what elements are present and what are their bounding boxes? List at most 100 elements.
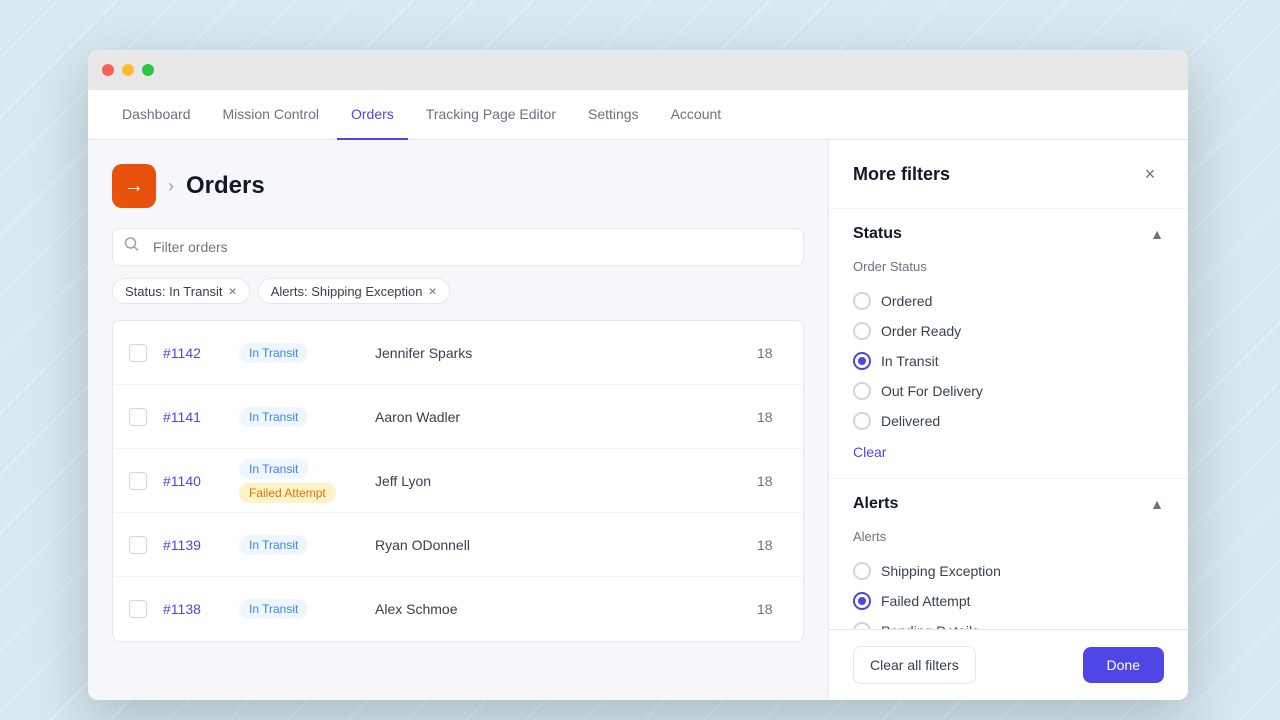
search-bar	[112, 228, 804, 266]
table-row: #1139 In Transit Ryan ODonnell 18	[113, 513, 803, 577]
alerts-sublabel: Alerts	[853, 529, 1164, 544]
filter-tag-alerts-close[interactable]: ×	[429, 283, 437, 299]
badges-col-1142: In Transit	[239, 343, 359, 363]
alerts-section-title: Alerts	[853, 495, 898, 513]
customer-1140: Jeff Lyon	[375, 473, 741, 489]
nav-item-orders[interactable]: Orders	[337, 90, 408, 140]
order-id-1139[interactable]: #1139	[163, 537, 223, 553]
radio-label-ordered: Ordered	[881, 293, 932, 309]
badges-col-1141: In Transit	[239, 407, 359, 427]
nav-item-tracking-page-editor[interactable]: Tracking Page Editor	[412, 90, 570, 140]
traffic-light-red[interactable]	[102, 64, 114, 76]
row-checkbox-1139[interactable]	[129, 536, 147, 554]
row-checkbox-1142[interactable]	[129, 344, 147, 362]
badges-col-1140: In Transit Failed Attempt	[239, 459, 359, 503]
radio-out-for-delivery[interactable]: Out For Delivery	[853, 376, 1164, 406]
badge-failed-1140: Failed Attempt	[239, 483, 336, 503]
status-section-title: Status	[853, 225, 902, 243]
status-clear-link[interactable]: Clear	[853, 444, 886, 460]
nav-item-dashboard[interactable]: Dashboard	[108, 90, 205, 140]
radio-ordered[interactable]: Ordered	[853, 286, 1164, 316]
panel-title: More filters	[853, 164, 950, 185]
orders-area: → › Orders Status: In Transit	[88, 140, 828, 700]
radio-circle-delivered	[853, 412, 871, 430]
radio-failed-attempt[interactable]: Failed Attempt	[853, 586, 1164, 616]
app-window: Dashboard Mission Control Orders Trackin…	[88, 50, 1188, 700]
status-section-header[interactable]: Status ▲	[829, 209, 1188, 259]
radio-label-delivered: Delivered	[881, 413, 940, 429]
panel-body: Status ▲ Order Status Ordered Order Read…	[829, 209, 1188, 629]
status-section-content: Order Status Ordered Order Ready In Tran…	[829, 259, 1188, 478]
badge-transit-1139: In Transit	[239, 535, 308, 555]
table-row: #1142 In Transit Jennifer Sparks 18	[113, 321, 803, 385]
status-section: Status ▲ Order Status Ordered Order Read…	[829, 209, 1188, 479]
app-icon: →	[112, 164, 156, 208]
customer-1142: Jennifer Sparks	[375, 345, 741, 361]
order-id-1138[interactable]: #1138	[163, 601, 223, 617]
radio-shipping-exception[interactable]: Shipping Exception	[853, 556, 1164, 586]
orders-table: #1142 In Transit Jennifer Sparks 18 #114…	[112, 320, 804, 642]
order-id-1140[interactable]: #1140	[163, 473, 223, 489]
order-num-1141: 18	[757, 409, 787, 425]
order-num-1142: 18	[757, 345, 787, 361]
table-row: #1138 In Transit Alex Schmoe 18	[113, 577, 803, 641]
row-checkbox-1140[interactable]	[129, 472, 147, 490]
filter-tag-alerts: Alerts: Shipping Exception ×	[258, 278, 450, 304]
badges-col-1139: In Transit	[239, 535, 359, 555]
order-num-1140: 18	[757, 473, 787, 489]
page-header: → › Orders	[112, 164, 804, 208]
radio-order-ready[interactable]: Order Ready	[853, 316, 1164, 346]
nav-bar: Dashboard Mission Control Orders Trackin…	[88, 90, 1188, 140]
alerts-section-content: Alerts Shipping Exception Failed Attempt…	[829, 529, 1188, 629]
radio-label-order-ready: Order Ready	[881, 323, 961, 339]
filter-tag-status: Status: In Transit ×	[112, 278, 250, 304]
customer-1139: Ryan ODonnell	[375, 537, 741, 553]
radio-circle-shipping-exception	[853, 562, 871, 580]
filter-tag-alerts-label: Alerts: Shipping Exception	[271, 284, 423, 299]
close-button[interactable]: ×	[1136, 160, 1164, 188]
badges-col-1138: In Transit	[239, 599, 359, 619]
order-id-1142[interactable]: #1142	[163, 345, 223, 361]
row-checkbox-1138[interactable]	[129, 600, 147, 618]
nav-item-mission-control[interactable]: Mission Control	[209, 90, 333, 140]
traffic-light-yellow[interactable]	[122, 64, 134, 76]
radio-circle-order-ready	[853, 322, 871, 340]
filter-tag-status-close[interactable]: ×	[229, 283, 237, 299]
order-num-1138: 18	[757, 601, 787, 617]
nav-item-settings[interactable]: Settings	[574, 90, 653, 140]
radio-circle-in-transit	[853, 352, 871, 370]
customer-1138: Alex Schmoe	[375, 601, 741, 617]
traffic-light-green[interactable]	[142, 64, 154, 76]
radio-label-out-for-delivery: Out For Delivery	[881, 383, 983, 399]
row-checkbox-1141[interactable]	[129, 408, 147, 426]
radio-circle-failed-attempt	[853, 592, 871, 610]
status-chevron-icon: ▲	[1150, 226, 1164, 242]
alerts-section-header[interactable]: Alerts ▲	[829, 479, 1188, 529]
title-bar	[88, 50, 1188, 90]
main-content: → › Orders Status: In Transit	[88, 140, 1188, 700]
badge-transit-1138: In Transit	[239, 599, 308, 619]
search-input[interactable]	[112, 228, 804, 266]
radio-in-transit[interactable]: In Transit	[853, 346, 1164, 376]
done-button[interactable]: Done	[1083, 647, 1164, 683]
radio-delivered[interactable]: Delivered	[853, 406, 1164, 436]
alerts-chevron-icon: ▲	[1150, 496, 1164, 512]
order-num-1139: 18	[757, 537, 787, 553]
radio-label-failed-attempt: Failed Attempt	[881, 593, 971, 609]
search-icon	[124, 237, 140, 258]
radio-circle-pending-details	[853, 622, 871, 629]
clear-all-filters-button[interactable]: Clear all filters	[853, 646, 976, 684]
filter-tag-status-label: Status: In Transit	[125, 284, 223, 299]
page-title: Orders	[186, 172, 265, 200]
order-id-1141[interactable]: #1141	[163, 409, 223, 425]
status-sublabel: Order Status	[853, 259, 1164, 274]
alerts-section: Alerts ▲ Alerts Shipping Exception Faile…	[829, 479, 1188, 629]
table-row: #1141 In Transit Aaron Wadler 18	[113, 385, 803, 449]
badge-transit-1142: In Transit	[239, 343, 308, 363]
customer-1141: Aaron Wadler	[375, 409, 741, 425]
nav-item-account[interactable]: Account	[657, 90, 736, 140]
panel-header: More filters ×	[829, 140, 1188, 209]
radio-circle-out-for-delivery	[853, 382, 871, 400]
radio-label-shipping-exception: Shipping Exception	[881, 563, 1001, 579]
radio-pending-details[interactable]: Pending Details	[853, 616, 1164, 629]
